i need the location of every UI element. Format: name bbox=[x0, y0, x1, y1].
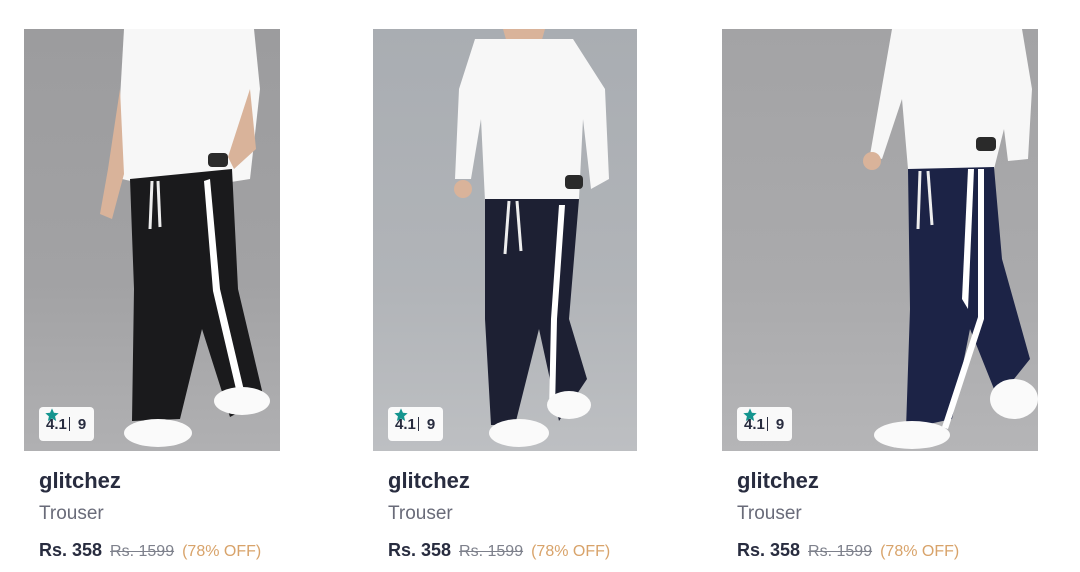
product-brand: glitchez bbox=[39, 468, 121, 493]
product-image[interactable]: 4.1 9 bbox=[722, 29, 1038, 451]
star-icon bbox=[743, 408, 757, 421]
rating-count: 9 bbox=[77, 415, 87, 433]
star-icon bbox=[45, 408, 59, 421]
product-price: Rs. 358 bbox=[39, 540, 103, 560]
price-row: Rs. 358 Rs. 1599 (78% OFF) bbox=[39, 540, 261, 561]
product-discount: (78% OFF) bbox=[531, 543, 611, 560]
product-mrp: Rs. 1599 bbox=[808, 543, 873, 560]
product-price: Rs. 358 bbox=[737, 540, 801, 560]
product-price: Rs. 358 bbox=[388, 540, 452, 560]
product-mrp: Rs. 1599 bbox=[110, 543, 175, 560]
product-photo-illustration bbox=[863, 29, 1038, 449]
rating-divider bbox=[68, 417, 70, 431]
product-type: Trouser bbox=[388, 503, 453, 524]
product-image[interactable]: 4.1 9 bbox=[24, 29, 280, 451]
rating-count: 9 bbox=[775, 415, 785, 433]
product-card[interactable]: 4.1 9 glitchez Trouser Rs. 358 Rs. 1599 … bbox=[722, 0, 1042, 572]
product-card[interactable]: 4.1 9 glitchez Trouser Rs. 358 Rs. 1599 … bbox=[373, 0, 693, 572]
rating-badge: 4.1 9 bbox=[39, 407, 95, 441]
product-discount: (78% OFF) bbox=[182, 543, 262, 560]
product-card[interactable]: 4.1 9 glitchez Trouser Rs. 358 Rs. 1599 … bbox=[24, 0, 344, 572]
rating-divider bbox=[417, 417, 419, 431]
rating-badge: 4.1 9 bbox=[388, 407, 444, 441]
product-brand: glitchez bbox=[737, 468, 819, 493]
product-type: Trouser bbox=[39, 503, 104, 524]
product-brand: glitchez bbox=[388, 468, 470, 493]
price-row: Rs. 358 Rs. 1599 (78% OFF) bbox=[388, 540, 610, 561]
product-discount: (78% OFF) bbox=[880, 543, 960, 560]
rating-badge: 4.1 9 bbox=[737, 407, 793, 441]
product-type: Trouser bbox=[737, 503, 802, 524]
rating-divider bbox=[766, 417, 768, 431]
product-photo-illustration bbox=[454, 29, 609, 447]
star-icon bbox=[394, 408, 408, 421]
price-row: Rs. 358 Rs. 1599 (78% OFF) bbox=[737, 540, 959, 561]
rating-count: 9 bbox=[426, 415, 436, 433]
product-photo-illustration bbox=[100, 29, 270, 447]
product-image[interactable]: 4.1 9 bbox=[373, 29, 637, 451]
product-mrp: Rs. 1599 bbox=[459, 543, 524, 560]
